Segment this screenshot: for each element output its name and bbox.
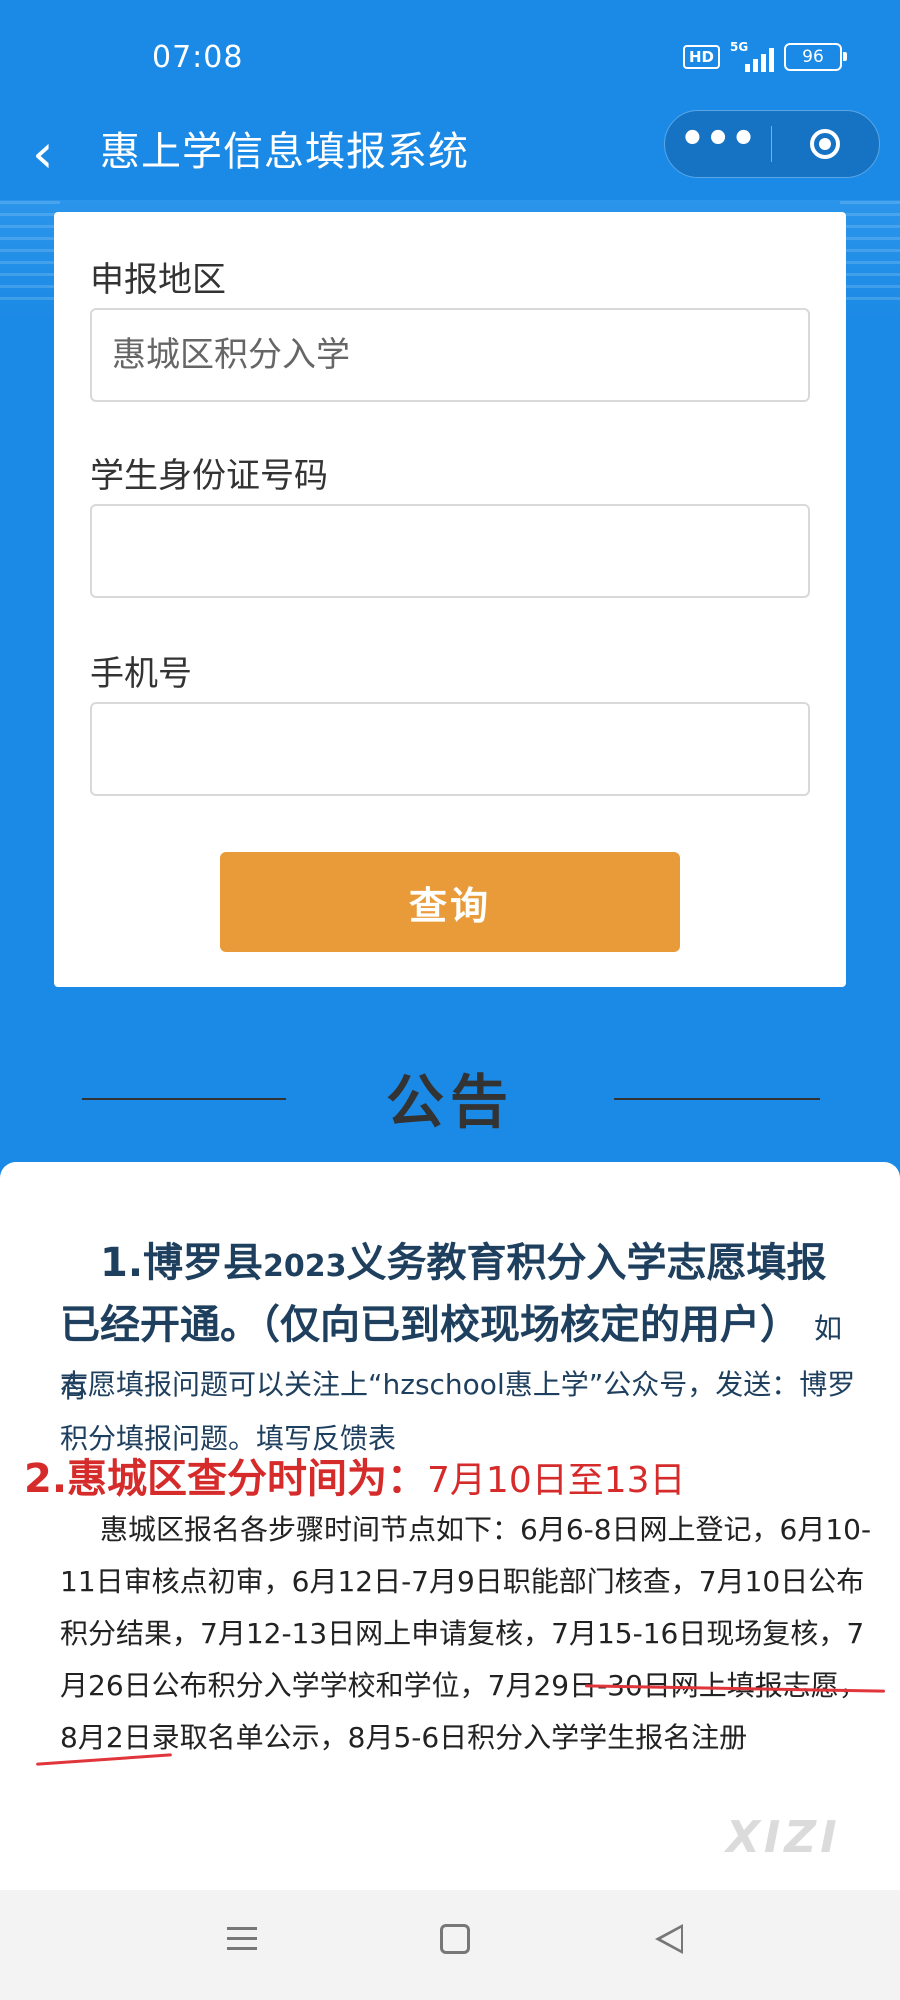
status-icons: HD 5G 96 bbox=[682, 40, 847, 72]
notice-item-3-body: 惠城区报名各步骤时间节点如下：6月6-8日网上登记，6月10-11日审核点初审，… bbox=[60, 1513, 872, 1754]
back-triangle-icon[interactable] bbox=[655, 1924, 683, 1954]
menu-icon[interactable] bbox=[222, 1920, 262, 1960]
notice-item-2-title: 2.惠城区查分时间为： bbox=[24, 1456, 428, 1502]
notice-header: 公告 bbox=[0, 1055, 900, 1155]
hd-icon: HD bbox=[682, 45, 720, 69]
target-icon bbox=[810, 129, 840, 159]
notice-item-1-note-text: 志愿填报问题可以关注上“hzschool惠上学”公众号，发送：博罗积分填报问题。… bbox=[60, 1368, 856, 1455]
region-select[interactable]: 惠城区积分入学 bbox=[90, 308, 810, 402]
page-title: 惠上学信息填报系统 bbox=[100, 129, 469, 175]
back-icon[interactable]: ‹ bbox=[32, 124, 72, 184]
phone-input[interactable] bbox=[90, 702, 810, 796]
region-label: 申报地区 bbox=[90, 260, 226, 300]
system-nav-bar bbox=[0, 1890, 900, 2000]
notice-item-2: 2.惠城区查分时间为：7月10日至13日 bbox=[24, 1450, 874, 1510]
notice-item-2-dates: 7月10日至13日 bbox=[427, 1460, 686, 1501]
signal-icon: 5G bbox=[730, 40, 774, 72]
query-form: 申报地区 惠城区积分入学 学生身份证号码 手机号 查询 bbox=[54, 212, 846, 987]
battery-icon: 96 bbox=[784, 43, 847, 71]
status-bar: 07:08 HD 5G 96 bbox=[0, 0, 900, 110]
phone-label: 手机号 bbox=[90, 654, 192, 694]
watermark: XIZI bbox=[726, 1812, 841, 1863]
notice-item-1-year: 2023 bbox=[263, 1249, 347, 1284]
mini-program-capsule: ••• bbox=[664, 110, 880, 178]
query-button[interactable]: 查询 bbox=[220, 852, 680, 952]
home-icon[interactable] bbox=[440, 1924, 470, 1954]
id-number-input[interactable] bbox=[90, 504, 810, 598]
id-label: 学生身份证号码 bbox=[90, 456, 328, 496]
nav-bar: ‹ 惠上学信息填报系统 ••• bbox=[0, 110, 900, 200]
status-time: 07:08 bbox=[152, 40, 244, 75]
notice-title: 公告 bbox=[385, 1068, 514, 1136]
notice-card: 1.博罗县2023义务教育积分入学志愿填报已经开通。（仅向已到校现场核定的用户）… bbox=[0, 1162, 900, 1890]
notice-item-3: 惠城区报名各步骤时间节点如下：6月6-8日网上登记，6月10-11日审核点初审，… bbox=[60, 1504, 880, 1764]
notice-item-1-main: 1.博罗县 bbox=[100, 1240, 264, 1286]
close-mini-program-button[interactable] bbox=[772, 129, 878, 159]
divider-right bbox=[614, 1098, 820, 1100]
more-icon[interactable]: ••• bbox=[665, 119, 771, 159]
